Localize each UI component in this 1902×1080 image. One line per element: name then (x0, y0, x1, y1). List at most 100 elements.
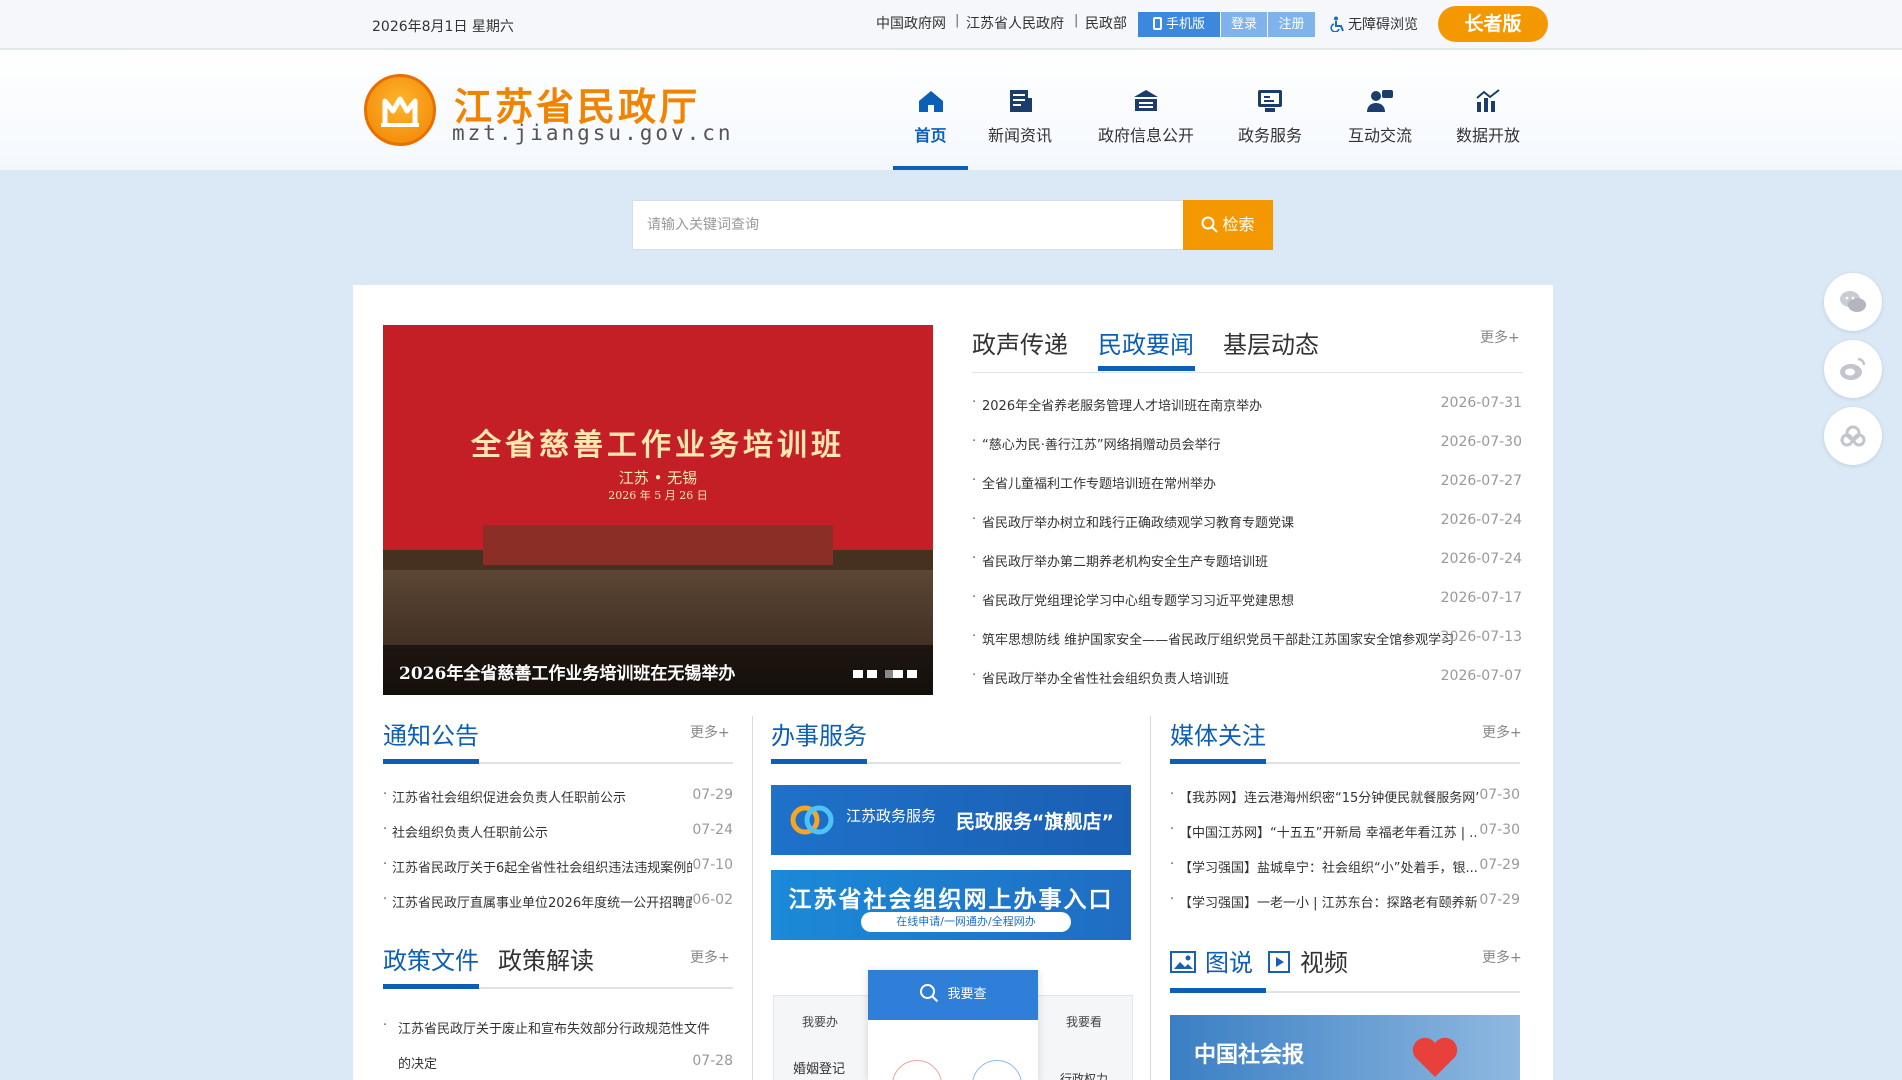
slide-caption[interactable]: 2026年全省慈善工作业务培训班在无锡举办 (399, 659, 735, 684)
register-button[interactable]: 注册 (1268, 12, 1315, 37)
link-jiangsu-gov[interactable]: 江苏省人民政府 (966, 13, 1064, 33)
wechat-button[interactable] (1824, 273, 1882, 331)
image-icon (1170, 951, 1196, 973)
weibo-icon (1840, 357, 1866, 380)
active-tab-indicator (1098, 366, 1195, 371)
list-item[interactable]: · 江苏省民政厅关于6起全省性社会组织违法违规案例的... 07-10 (383, 857, 733, 892)
service-title[interactable]: 办事服务 (771, 716, 867, 751)
tab-photo[interactable]: 图说 (1205, 943, 1253, 978)
news-item-date: 2026-07-31 (1440, 395, 1522, 411)
service-flagship-banner[interactable]: 江苏政务服务 民政服务“旗舰店” (771, 785, 1131, 855)
list-item-title[interactable]: 江苏省社会组织促进会负责人任职前公示 (392, 787, 682, 806)
list-item[interactable]: · 江苏省民政厅直属事业单位2026年度统一公开招聘面... 06-02 (383, 892, 733, 927)
tab-policy-docs[interactable]: 政策文件 (383, 941, 479, 976)
news-item-title[interactable]: 省民政厅党组理论学习中心组专题学习习近平党建思想 (982, 590, 1294, 609)
list-item-title[interactable]: 【学习强国】一老一小 | 江苏东台：探路老有颐养新... (1179, 892, 1479, 911)
slide-dot-1[interactable] (853, 670, 863, 678)
tab-grassroots[interactable]: 基层动态 (1223, 325, 1319, 360)
column-divider (752, 716, 753, 1080)
notice-more-link[interactable]: 更多+ (690, 722, 730, 742)
news-item[interactable]: · 筑牢思想防线 维护国家安全——省民政厅组织党员干部赴江苏国家安全馆参观学习 20… (972, 629, 1522, 668)
news-item-title[interactable]: 省民政厅举办全省性社会组织负责人培训班 (982, 668, 1229, 687)
media-photo[interactable]: 中国社会报 (1170, 1015, 1520, 1080)
list-item-title[interactable]: 【我苏网】连云港海州织密“15分钟便民就餐服务网” (1179, 787, 1479, 806)
login-button[interactable]: 登录 (1221, 12, 1267, 37)
news-item[interactable]: · 全省儿童福利工作专题培训班在常州举办 2026-07-27 (972, 473, 1522, 512)
tab-want-to-do[interactable]: 我要办 (802, 1013, 838, 1030)
slide-rostrum (483, 525, 833, 565)
nav-news[interactable]: 新闻资讯 (980, 50, 1060, 170)
column-divider (1150, 716, 1151, 1080)
list-item[interactable]: · 【学习强国】一老一小 | 江苏东台：探路老有颐养新... 07-29 (1170, 892, 1520, 927)
list-item[interactable]: · 【学习强国】盐城阜宁：社会组织“小”处着手，银... 07-29 (1170, 857, 1520, 892)
search-input[interactable]: 请输入关键词查询 (632, 200, 1184, 250)
news-item[interactable]: · “慈心为民·善行江苏”网络捐赠动员会举行 2026-07-30 (972, 434, 1522, 473)
slide-dot-4[interactable] (893, 670, 903, 678)
media-more-link[interactable]: 更多+ (1482, 722, 1522, 742)
policy-more-link[interactable]: 更多+ (690, 947, 730, 967)
list-item[interactable]: · 【我苏网】连云港海州织密“15分钟便民就餐服务网” 07-30 (1170, 787, 1520, 822)
list-item-date: 07-29 (1479, 892, 1520, 908)
news-item[interactable]: · 省民政厅举办第二期养老机构安全生产专题培训班 2026-07-24 (972, 551, 1522, 590)
link-ministry[interactable]: 民政部 (1085, 13, 1127, 33)
list-item-title[interactable]: 江苏省民政厅关于6起全省性社会组织违法违规案例的... (392, 857, 692, 876)
news-item-title[interactable]: 筑牢思想防线 维护国家安全——省民政厅组织党员干部赴江苏国家安全馆参观学习 (982, 629, 1454, 648)
slide-dot-5[interactable] (907, 670, 917, 678)
tab-zhengsheng[interactable]: 政声传递 (972, 325, 1068, 360)
bullet: · (1170, 857, 1175, 872)
weibo-button[interactable] (1824, 340, 1882, 398)
news-item-title[interactable]: “慈心为民·善行江苏”网络捐赠动员会举行 (982, 434, 1221, 453)
search-button[interactable]: 检索 (1183, 200, 1273, 250)
list-item[interactable]: · 江苏省民政厅关于废止和宣布失效部分行政规范性文件 的决定 07-28 (383, 1018, 733, 1078)
list-item-title-cont[interactable]: 的决定 (398, 1053, 437, 1072)
list-item-title[interactable]: 江苏省民政厅直属事业单位2026年度统一公开招聘面... (392, 892, 692, 911)
marriage-registration-link[interactable]: 婚姻登记 (793, 1058, 845, 1077)
search-button-label: 检索 (1222, 215, 1255, 234)
tab-want-to-query[interactable]: 我要查 (868, 970, 1038, 1020)
news-item[interactable]: · 省民政厅举办树立和践行正确政绩观学习教育专题党课 2026-07-24 (972, 512, 1522, 551)
nav-interact[interactable]: 互动交流 (1338, 50, 1422, 170)
nav-interact-label: 互动交流 (1347, 126, 1412, 145)
section-underline (1170, 988, 1266, 993)
list-item[interactable]: · 社会组织负责人任职前公示 07-24 (383, 822, 733, 857)
nav-data-label: 数据开放 (1455, 126, 1520, 145)
nav-gov-info[interactable]: 政府信息公开 (1090, 50, 1202, 170)
tab-policy-interpretation[interactable]: 政策解读 (498, 941, 594, 976)
slide-dot-2[interactable] (867, 670, 877, 678)
bullet: · (383, 787, 388, 802)
news-item[interactable]: · 省民政厅举办全省性社会组织负责人培训班 2026-07-07 (972, 668, 1522, 707)
list-item-title[interactable]: 【学习强国】盐城阜宁：社会组织“小”处着手，银... (1179, 857, 1479, 876)
admin-power-link[interactable]: 行政权力 (1060, 1070, 1108, 1080)
link-china-gov[interactable]: 中国政府网 (876, 13, 946, 33)
news-item-title[interactable]: 2026年全省养老服务管理人才培训班在南京举办 (982, 395, 1262, 414)
nav-service[interactable]: 政务服务 (1228, 50, 1312, 170)
media2-more-link[interactable]: 更多+ (1482, 947, 1522, 967)
logo-emblem-icon[interactable] (364, 74, 436, 146)
list-item-title[interactable]: 【中国江苏网】“十五五”开新局 幸福老年看江苏 | ... (1179, 822, 1479, 841)
list-item-title[interactable]: 江苏省民政厅关于废止和宣布失效部分行政规范性文件 (398, 1018, 710, 1037)
accessible-browse-link[interactable]: 无障碍浏览 (1330, 14, 1418, 34)
tab-minzheng-news[interactable]: 民政要闻 (1098, 325, 1194, 360)
media-title[interactable]: 媒体关注 (1170, 716, 1266, 751)
social-org-portal-pill: 在线申请/一网通办/全程网办 (861, 912, 1071, 932)
mobile-version-button[interactable]: 手机版 (1138, 12, 1220, 37)
social-org-portal-banner[interactable]: 江苏省社会组织网上办事入口 在线申请/一网通办/全程网办 (771, 870, 1131, 940)
news-more-link[interactable]: 更多+ (1480, 327, 1520, 347)
list-item[interactable]: · 【中国江苏网】“十五五”开新局 幸福老年看江苏 | ... 07-30 (1170, 822, 1520, 857)
nav-data[interactable]: 数据开放 (1446, 50, 1530, 170)
list-item[interactable]: · 江苏省社会组织促进会负责人任职前公示 07-29 (383, 787, 733, 822)
list-item-title[interactable]: 社会组织负责人任职前公示 (392, 822, 682, 841)
tab-want-to-see[interactable]: 我要看 (1066, 1013, 1102, 1030)
news-item-title[interactable]: 省民政厅举办第二期养老机构安全生产专题培训班 (982, 551, 1268, 570)
notice-title[interactable]: 通知公告 (383, 716, 479, 751)
news-item-title[interactable]: 省民政厅举办树立和践行正确政绩观学习教育专题党课 (982, 512, 1294, 531)
tab-video[interactable]: 视频 (1300, 943, 1348, 978)
news-slideshow[interactable]: 全省慈善工作业务培训班 江苏 • 无锡 2026 年 5 月 26 日 2026… (383, 325, 933, 695)
news-item[interactable]: · 省民政厅党组理论学习中心组专题学习习近平党建思想 2026-07-17 (972, 590, 1522, 629)
cloud-button[interactable] (1824, 407, 1882, 465)
nav-home[interactable]: 首页 (893, 50, 968, 170)
news-item-title[interactable]: 全省儿童福利工作专题培训班在常州举办 (982, 473, 1216, 492)
list-item-date: 07-30 (1479, 822, 1520, 838)
elder-version-button[interactable]: 长者版 (1438, 6, 1548, 42)
news-item[interactable]: · 2026年全省养老服务管理人才培训班在南京举办 2026-07-31 (972, 395, 1522, 434)
